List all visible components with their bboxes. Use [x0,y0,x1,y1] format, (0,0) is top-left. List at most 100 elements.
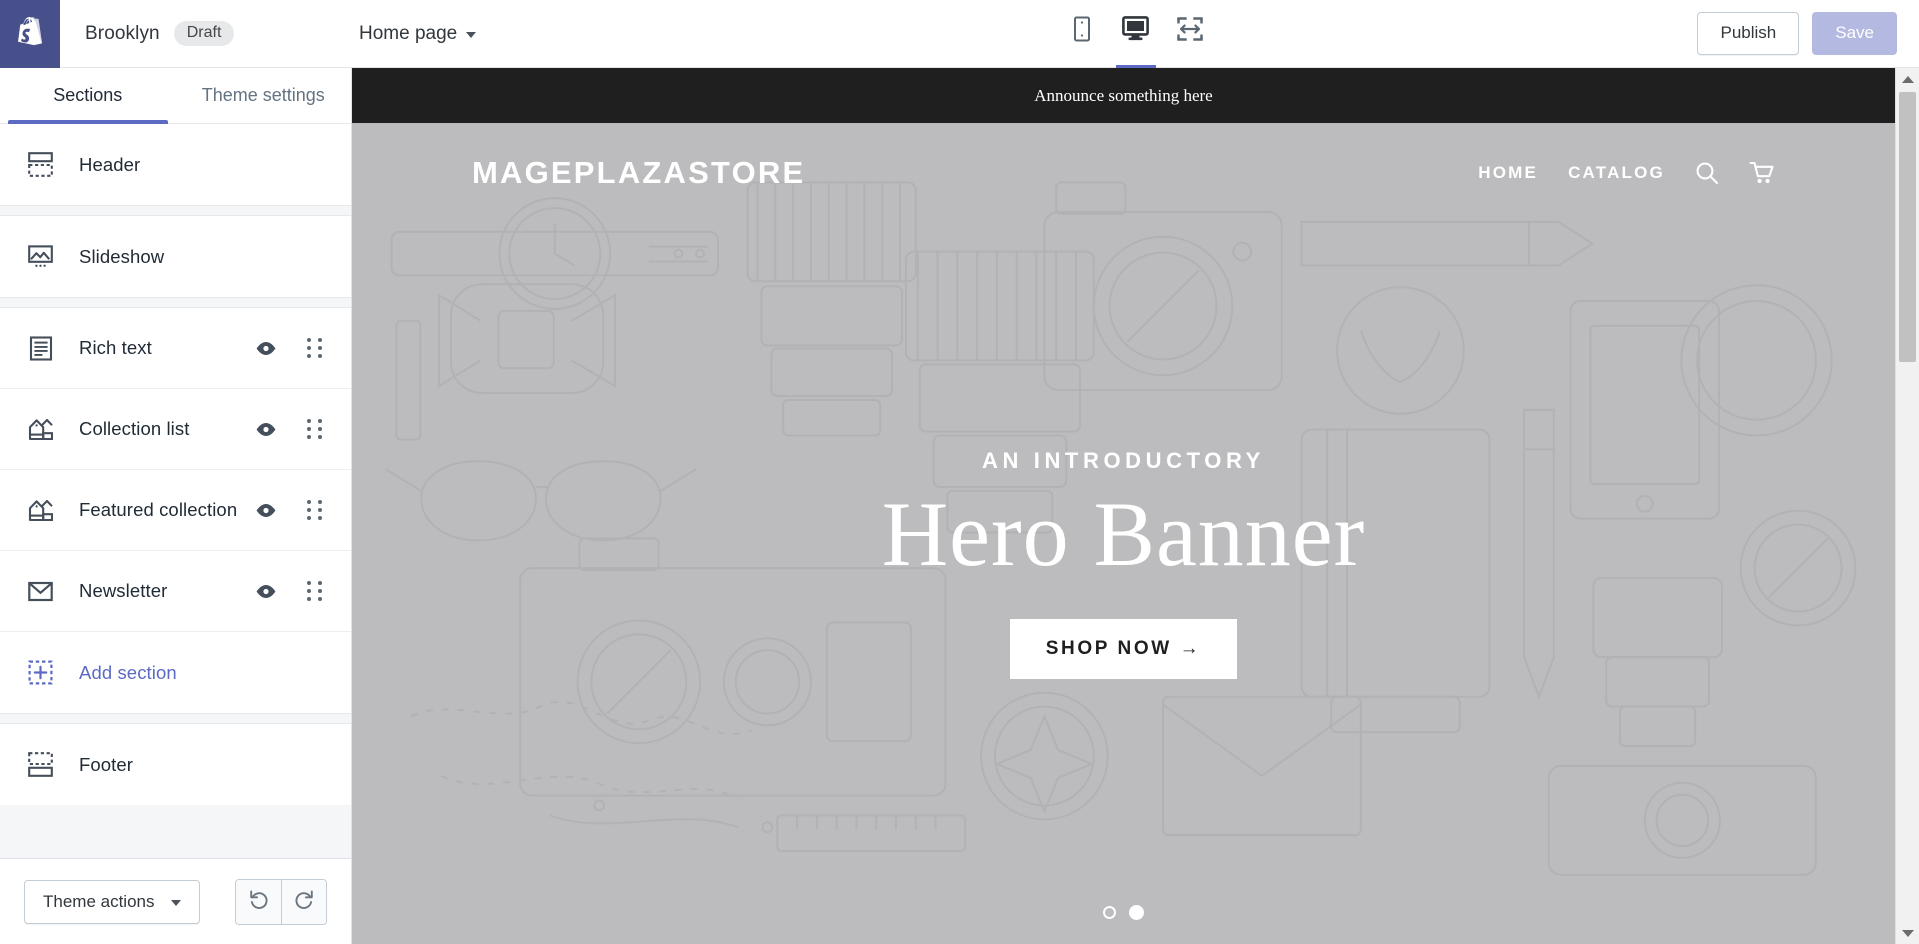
footer-layout-icon [27,751,54,778]
triangle-down-icon [1901,929,1914,937]
preview-scrollbar[interactable] [1895,68,1919,944]
section-group-divider [0,297,351,308]
undo-redo-group [235,878,327,925]
section-group: Slideshow [0,216,351,297]
section-group: Footer [0,724,351,805]
collection-icon [27,497,54,524]
tab-theme-settings[interactable]: Theme settings [176,68,352,123]
desktop-icon [1122,16,1149,46]
shop-now-button[interactable]: SHOP NOW → [1009,618,1238,679]
sidebar-item-label: Rich text [79,337,152,358]
sidebar-item-label: Collection list [79,418,190,439]
undo-button[interactable] [236,879,281,924]
hero-content: AN INTRODUCTORY Hero Banner SHOP NOW → [352,223,1895,944]
scroll-down-button[interactable] [1896,922,1919,944]
top-bar-main: Home page Publish Save [352,0,1919,68]
device-preview-switcher [1062,0,1210,68]
top-bar-actions: Publish Save [1697,12,1897,55]
theme-editor-app: Brooklyn Draft Home page Publish Save Se… [0,0,1919,944]
sidebar-item-label: Newsletter [79,580,168,601]
sidebar-item-label: Slideshow [79,245,165,267]
slideshow-section[interactable]: MAGEPLAZASTORE HOME CATALOG AN INTRODUCT… [352,123,1895,944]
device-desktop-button[interactable] [1115,2,1156,68]
theme-name: Brooklyn [85,22,160,44]
nav-link-home[interactable]: HOME [1478,163,1538,183]
scrollbar-track[interactable] [1896,90,1919,922]
save-button[interactable]: Save [1812,12,1897,55]
sidebar: Sections Theme settings Header Slideshow… [0,68,352,944]
section-group-divider [0,205,351,216]
add-section-button[interactable]: Add section [0,632,351,713]
announcement-bar[interactable]: Announce something here [352,68,1895,123]
sidebar-item-footer[interactable]: Footer [0,724,351,805]
section-group: Rich text Collection list Featured colle… [0,308,351,713]
drag-dots-icon [306,419,322,439]
drag-handle[interactable] [303,500,325,520]
toggle-visibility-button[interactable] [251,584,281,599]
sidebar-item-label: Featured collection [79,499,238,520]
sidebar-item-newsletter[interactable]: Newsletter [0,551,351,632]
toggle-visibility-button[interactable] [251,422,281,437]
tab-sections[interactable]: Sections [0,68,176,124]
editor-body: Sections Theme settings Header Slideshow… [0,68,1919,944]
sections-list: Header Slideshow Rich text Collection li… [0,124,351,858]
triangle-up-icon [1901,75,1914,83]
tab-sections-label: Sections [53,85,123,105]
scroll-up-button[interactable] [1896,68,1919,90]
theme-actions-label: Theme actions [43,891,155,911]
collection-icon [27,416,54,443]
drag-handle[interactable] [303,581,325,601]
storefront-preview: Announce something here MAGEPLAZASTORE H… [352,68,1895,944]
nav-link-catalog[interactable]: CATALOG [1568,163,1665,183]
chevron-down-icon [466,32,477,38]
sidebar-footer-toolbar: Theme actions [0,858,351,944]
envelope-icon [27,578,54,605]
theme-identity: Brooklyn Draft [60,0,352,67]
sidebar-item-collection-list[interactable]: Collection list [0,389,351,470]
section-group: Header [0,124,351,205]
sidebar-item-rich-text[interactable]: Rich text [0,308,351,389]
fullscreen-icon [1176,16,1203,46]
mobile-icon [1072,16,1092,47]
drag-dots-icon [306,581,322,601]
drag-handle[interactable] [303,338,325,358]
toggle-visibility-button[interactable] [251,341,281,356]
chevron-down-icon [170,900,181,906]
shopify-logo[interactable] [0,0,60,68]
slide-dot-1[interactable] [1103,906,1116,919]
sidebar-item-label: Header [79,153,141,175]
announcement-text: Announce something here [1034,85,1213,105]
undo-icon [248,888,270,915]
section-group-divider [0,713,351,724]
redo-icon [293,888,315,915]
device-mobile-button[interactable] [1062,2,1102,68]
sidebar-item-featured-collection[interactable]: Featured collection [0,470,351,551]
scrollbar-thumb[interactable] [1899,92,1916,362]
top-bar: Brooklyn Draft Home page Publish Save [0,0,1919,68]
shopify-bag-icon [15,17,45,51]
add-section-label: Add section [79,661,177,683]
cart-icon[interactable] [1749,161,1775,185]
hero-title: Hero Banner [881,483,1366,586]
storefront-header: MAGEPLAZASTORE HOME CATALOG [352,123,1895,223]
publish-button[interactable]: Publish [1697,12,1800,55]
slide-dot-2[interactable] [1129,905,1144,920]
sidebar-item-slideshow[interactable]: Slideshow [0,216,351,297]
sidebar-item-label: Footer [79,753,134,775]
tab-theme-settings-label: Theme settings [201,85,325,105]
preview-pane: Announce something here MAGEPLAZASTORE H… [352,68,1919,944]
page-selector[interactable]: Home page [359,23,477,45]
storefront-nav: HOME CATALOG [1478,161,1775,185]
drag-handle[interactable] [303,419,325,439]
toggle-visibility-button[interactable] [251,503,281,518]
sidebar-tabs: Sections Theme settings [0,68,351,124]
redo-button[interactable] [281,879,326,924]
sidebar-item-header[interactable]: Header [0,124,351,205]
theme-actions-button[interactable]: Theme actions [24,879,200,924]
device-fullscreen-button[interactable] [1170,2,1210,68]
drag-dots-icon [306,338,322,358]
header-layout-icon [27,151,54,178]
store-logo[interactable]: MAGEPLAZASTORE [472,155,805,191]
image-icon [27,243,54,270]
search-icon[interactable] [1695,161,1719,185]
